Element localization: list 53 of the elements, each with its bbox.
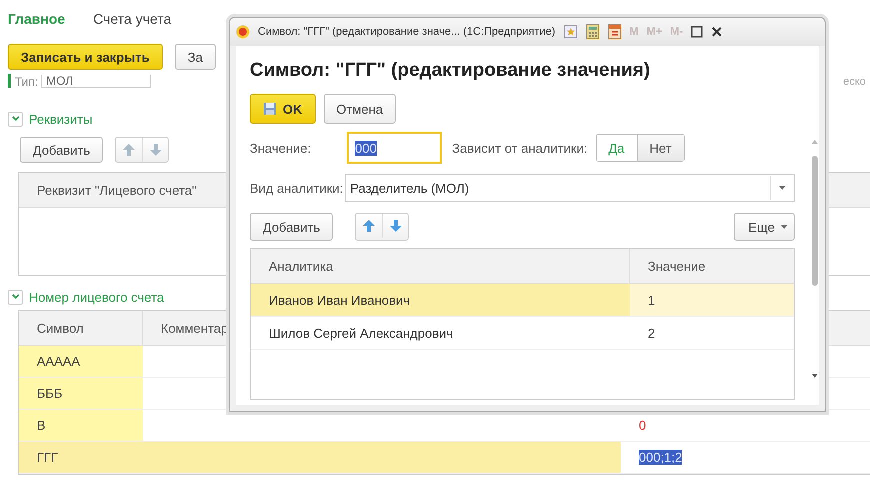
toggle-option[interactable]: Нет: [636, 135, 684, 161]
up-arrow-icon: [362, 219, 376, 233]
maximize-icon[interactable]: [691, 26, 704, 38]
down-arrow-icon: [388, 219, 403, 233]
more-button[interactable]: Еще: [734, 213, 795, 241]
column-header: Аналитика: [269, 258, 334, 274]
collapse-toggle[interactable]: [8, 112, 23, 126]
chevron-icon: [12, 116, 20, 122]
table-cell[interactable]: 2: [630, 317, 794, 349]
field-text: еско: [843, 76, 866, 88]
cancel-button[interactable]: Отмена: [324, 94, 396, 124]
type-label: Тип:: [15, 76, 38, 88]
up-arrow-icon: [122, 143, 136, 157]
table-cell[interactable]: Шилов Сергей Александрович: [251, 317, 630, 349]
add-button[interactable]: Добавить: [250, 213, 334, 241]
calendar-icon[interactable]: [608, 24, 622, 40]
column-header: Символ: [37, 320, 84, 336]
caret-icon: [781, 225, 788, 229]
add-button[interactable]: Добавить: [20, 137, 104, 163]
dropdown-field[interactable]: Разделитель (МОЛ): [345, 174, 795, 202]
column-header: Комментар: [161, 320, 228, 336]
column-header: Реквизит "Лицевого счета": [37, 182, 197, 198]
close-icon[interactable]: [711, 26, 724, 38]
window-title: Символ: "ГГГ" (редактирование значе... (1С:Предприятие): [258, 26, 556, 38]
collapse-toggle[interactable]: [8, 290, 23, 304]
table-cell: 0: [639, 418, 646, 433]
calculator-icon[interactable]: [586, 24, 600, 40]
chevron-icon: [12, 294, 20, 300]
field-label: Значение:: [250, 140, 312, 156]
toolbar-button[interactable]: За: [174, 44, 216, 70]
save-and-close-button[interactable]: Записать и закрыть: [8, 44, 163, 70]
table-cell[interactable]: Иванов Иван Иванович: [251, 284, 630, 316]
field-label: Вид аналитики:: [250, 180, 344, 196]
down-arrow-icon: [148, 143, 163, 157]
section-title: Номер лицевого счета: [29, 290, 164, 304]
save-icon: [263, 102, 277, 116]
table-cell[interactable]: В: [19, 410, 143, 441]
type-field[interactable]: МОЛ: [41, 75, 152, 88]
tab[interactable]: Счета учета: [93, 11, 172, 27]
table-cell[interactable]: ААААА: [19, 346, 143, 377]
section-title: Реквизиты: [29, 112, 93, 126]
caret-icon: [779, 186, 786, 190]
column-header: Значение: [648, 258, 706, 274]
ok-button[interactable]: OK: [250, 94, 316, 124]
table-cell[interactable]: ГГГ: [19, 442, 143, 473]
dialog-heading: Символ: "ГГГ" (редактирование значения): [250, 60, 652, 82]
table-cell[interactable]: 1: [630, 284, 794, 316]
favorite-icon[interactable]: [564, 25, 578, 39]
table-cell: 000;1;2: [639, 450, 682, 465]
value-field[interactable]: 000: [347, 132, 442, 164]
table-cell[interactable]: БББ: [19, 378, 143, 409]
field-label: Зависит от аналитики:: [452, 140, 588, 156]
app-logo-icon: [236, 25, 250, 39]
